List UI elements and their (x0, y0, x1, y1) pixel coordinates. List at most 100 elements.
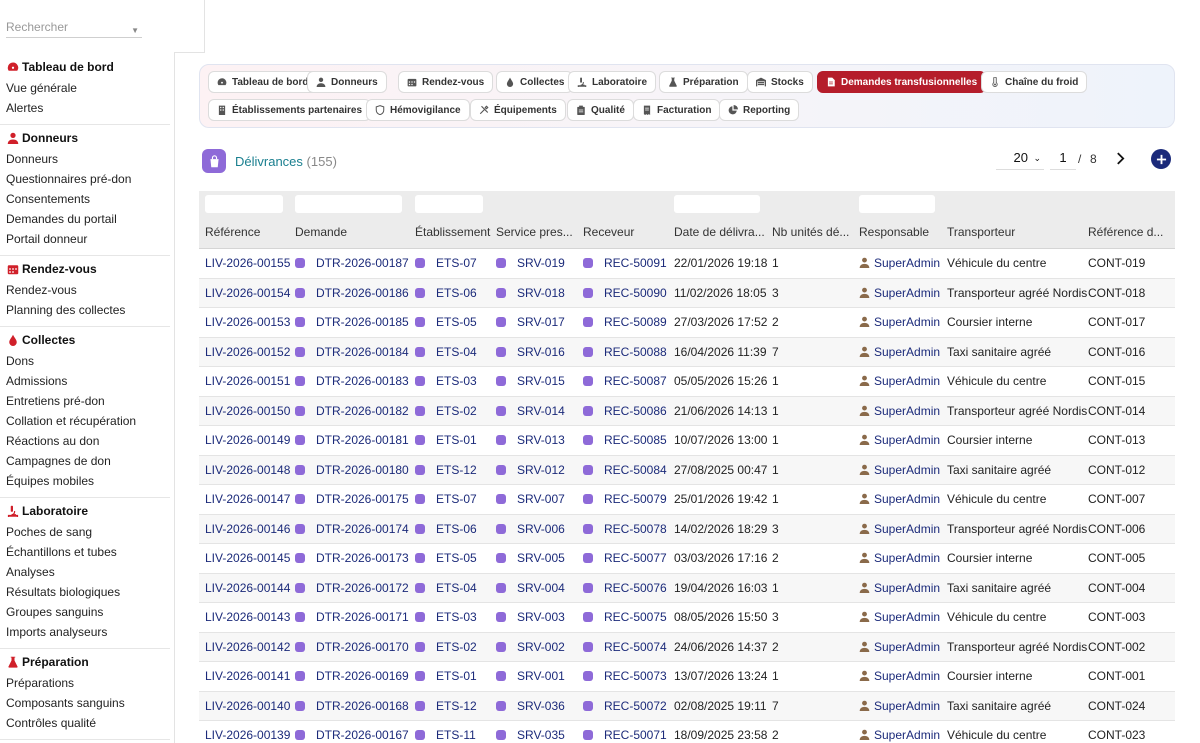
table-row[interactable]: LIV-2026-00145 DTR-2026-00173 ETS-05 SRV-00… (199, 544, 1175, 574)
table-row[interactable]: LIV-2026-00154 DTR-2026-00186 ETS-06 SRV-01… (199, 278, 1175, 308)
table-cell[interactable]: LIV-2026-00147 (205, 485, 299, 514)
search-input[interactable]: Rechercher ▼ (6, 18, 142, 38)
column-header[interactable]: Établissement (415, 225, 495, 239)
sidebar-item[interactable]: Donneurs (0, 149, 170, 169)
table-cell[interactable]: DTR-2026-00182 (295, 397, 419, 426)
table-row[interactable]: LIV-2026-00149 DTR-2026-00181 ETS-01 SRV-01… (199, 426, 1175, 456)
table-cell[interactable]: SRV-004 (496, 574, 588, 603)
sidebar-item[interactable]: Rendez-vous (0, 280, 170, 300)
table-cell[interactable]: ETS-07 (415, 485, 501, 514)
sidebar-item[interactable]: Planning des collectes (0, 300, 170, 320)
column-header[interactable]: Receveur (583, 225, 673, 239)
table-cell[interactable]: REC-50074 (583, 633, 679, 662)
table-cell[interactable]: DTR-2026-00181 (295, 426, 419, 455)
tab-module-2[interactable]: Rendez-vous (398, 71, 494, 93)
table-cell[interactable]: LIV-2026-00143 (205, 603, 299, 632)
table-cell[interactable]: DTR-2026-00168 (295, 692, 419, 721)
table-cell[interactable]: SRV-016 (496, 338, 588, 367)
table-cell[interactable]: LIV-2026-00140 (205, 692, 299, 721)
column-filter-input[interactable] (415, 195, 483, 213)
sidebar-item[interactable]: Vue générale (0, 78, 170, 98)
table-cell[interactable]: ETS-12 (415, 456, 501, 485)
column-filter-input[interactable] (205, 195, 283, 213)
sidebar-item[interactable]: Campagnes de don (0, 451, 170, 471)
table-cell[interactable]: SRV-007 (496, 485, 588, 514)
table-row[interactable]: LIV-2026-00150 DTR-2026-00182 ETS-02 SRV-01… (199, 396, 1175, 426)
tab-module-12[interactable]: Qualité (567, 99, 634, 121)
sidebar-item[interactable]: Dons (0, 351, 170, 371)
table-cell[interactable]: SRV-005 (496, 544, 588, 573)
table-cell[interactable]: REC-50085 (583, 426, 679, 455)
table-cell[interactable]: DTR-2026-00186 (295, 279, 419, 308)
table-cell[interactable]: DTR-2026-00183 (295, 367, 419, 396)
table-cell[interactable]: SRV-006 (496, 515, 588, 544)
table-cell[interactable]: LIV-2026-00141 (205, 662, 299, 691)
sidebar-item[interactable]: Admissions (0, 371, 170, 391)
table-cell[interactable]: SRV-012 (496, 456, 588, 485)
table-cell[interactable]: SRV-018 (496, 279, 588, 308)
sidebar-item[interactable]: Alertes (0, 98, 170, 118)
sidebar-item[interactable]: Groupes sanguins (0, 602, 170, 622)
table-cell[interactable]: SRV-001 (496, 662, 588, 691)
table-row[interactable]: LIV-2026-00141 DTR-2026-00169 ETS-01 SRV-00… (199, 662, 1175, 692)
table-cell[interactable]: REC-50072 (583, 692, 679, 721)
table-cell[interactable]: REC-50087 (583, 367, 679, 396)
sidebar-item[interactable]: Poches de sang (0, 522, 170, 542)
table-cell[interactable]: LIV-2026-00150 (205, 397, 299, 426)
sidebar-section-title[interactable]: Donneurs (0, 127, 170, 149)
tab-module-9[interactable]: Établissements partenaires (208, 99, 372, 121)
table-cell[interactable]: SRV-015 (496, 367, 588, 396)
table-cell[interactable]: SRV-035 (496, 721, 588, 743)
table-cell[interactable]: DTR-2026-00173 (295, 544, 419, 573)
table-cell[interactable]: LIV-2026-00148 (205, 456, 299, 485)
tab-module-0[interactable]: Tableau de bord (208, 71, 318, 93)
table-cell[interactable]: SRV-014 (496, 397, 588, 426)
column-header[interactable]: Service pres... (496, 225, 582, 239)
tab-module-11[interactable]: Équipements (470, 99, 566, 121)
sidebar-item[interactable]: Entretiens pré-don (0, 391, 170, 411)
table-cell[interactable]: LIV-2026-00152 (205, 338, 299, 367)
sidebar-section-title[interactable]: Tableau de bord (0, 56, 170, 78)
table-cell[interactable]: ETS-03 (415, 603, 501, 632)
tab-module-7[interactable]: Demandes transfusionnelles (817, 71, 987, 93)
table-cell[interactable]: ETS-05 (415, 308, 501, 337)
table-cell[interactable]: SuperAdmin (859, 662, 953, 691)
table-cell[interactable]: REC-50078 (583, 515, 679, 544)
table-cell[interactable]: SRV-019 (496, 249, 588, 278)
table-cell[interactable]: REC-50091 (583, 249, 679, 278)
page-number-input[interactable]: 1 (1050, 148, 1076, 170)
table-cell[interactable]: SuperAdmin (859, 544, 953, 573)
sidebar-section-title[interactable]: Laboratoire (0, 500, 170, 522)
column-header[interactable]: Date de délivra... (674, 225, 770, 239)
column-header[interactable]: Référence (205, 225, 293, 239)
table-row[interactable]: LIV-2026-00146 DTR-2026-00174 ETS-06 SRV-00… (199, 514, 1175, 544)
table-cell[interactable]: SuperAdmin (859, 485, 953, 514)
table-row[interactable]: LIV-2026-00142 DTR-2026-00170 ETS-02 SRV-00… (199, 632, 1175, 662)
table-cell[interactable]: SRV-036 (496, 692, 588, 721)
table-row[interactable]: LIV-2026-00140 DTR-2026-00168 ETS-12 SRV-03… (199, 691, 1175, 721)
table-cell[interactable]: LIV-2026-00145 (205, 544, 299, 573)
table-cell[interactable]: REC-50090 (583, 279, 679, 308)
table-cell[interactable]: SuperAdmin (859, 279, 953, 308)
sidebar-item[interactable]: Composants sanguins (0, 693, 170, 713)
table-cell[interactable]: ETS-06 (415, 279, 501, 308)
table-cell[interactable]: DTR-2026-00184 (295, 338, 419, 367)
table-cell[interactable]: ETS-05 (415, 544, 501, 573)
column-header[interactable]: Nb unités dé... (772, 225, 858, 239)
table-cell[interactable]: SuperAdmin (859, 367, 953, 396)
table-cell[interactable]: SuperAdmin (859, 515, 953, 544)
tab-module-1[interactable]: Donneurs (307, 71, 387, 93)
table-cell[interactable]: ETS-11 (415, 721, 501, 743)
sidebar-item[interactable]: Réactions au don (0, 431, 170, 451)
table-cell[interactable]: SuperAdmin (859, 456, 953, 485)
caret-down-icon[interactable]: ▼ (131, 22, 139, 40)
table-cell[interactable]: REC-50086 (583, 397, 679, 426)
sidebar-item[interactable]: Consentements (0, 189, 170, 209)
table-cell[interactable]: SRV-002 (496, 633, 588, 662)
sidebar-item[interactable]: Imports analyseurs (0, 622, 170, 642)
column-header[interactable]: Référence d... (1088, 225, 1172, 239)
table-cell[interactable]: DTR-2026-00170 (295, 633, 419, 662)
table-cell[interactable]: DTR-2026-00167 (295, 721, 419, 743)
table-cell[interactable]: LIV-2026-00142 (205, 633, 299, 662)
sidebar-section-title[interactable]: Préparation (0, 651, 170, 673)
